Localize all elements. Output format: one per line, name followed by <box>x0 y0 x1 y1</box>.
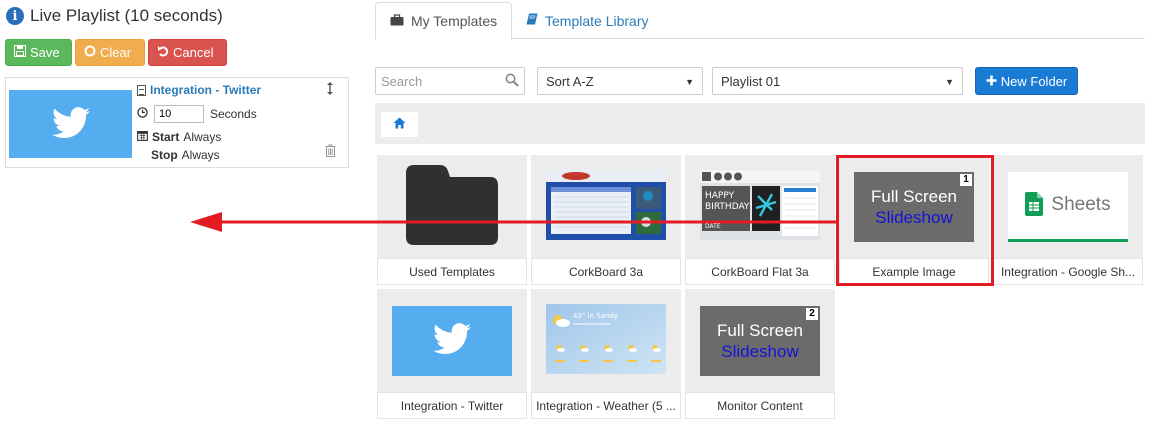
circle-icon <box>84 45 96 60</box>
start-label: Start <box>152 130 180 144</box>
twitter-bird-icon <box>433 323 471 358</box>
twitter-preview-image <box>392 305 512 376</box>
sort-select[interactable]: Sort A-Z ▼ <box>537 67 703 95</box>
tile-thumbnail: 1 Full Screen Slideshow <box>839 155 989 258</box>
playlist-item-thumbnail <box>9 90 132 158</box>
tile-label: Integration - Google Sh... <box>993 258 1143 285</box>
tab-my-templates[interactable]: My Templates <box>375 2 513 40</box>
home-button[interactable] <box>381 112 418 137</box>
slide-count-badge: 1 <box>960 173 972 186</box>
tab-template-library[interactable]: Template Library <box>512 2 663 39</box>
book-icon <box>526 13 538 29</box>
tile-thumbnail: Sheets <box>993 155 1143 258</box>
sort-select-value: Sort A-Z <box>546 73 594 89</box>
tile-label: Monitor Content <box>685 392 835 419</box>
tile-thumbnail: HAPPY BIRTHDAY! DATE <box>685 155 835 258</box>
new-folder-button[interactable]: New Folder <box>975 67 1078 95</box>
tile-label: Integration - Weather (5 ... <box>531 392 681 419</box>
drag-arrow-icon <box>190 212 838 232</box>
template-tile-monitor-content[interactable]: 2 Full Screen Slideshow Monitor Content <box>685 289 835 419</box>
trash-icon[interactable] <box>325 144 336 160</box>
twitter-bird-icon <box>51 106 90 142</box>
template-toolbar: Sort A-Z ▼ Playlist 01 ▼ New Folder <box>375 67 1154 95</box>
slideshow-line2: Slideshow <box>875 207 953 227</box>
google-sheets-icon <box>1025 191 1044 219</box>
tile-label: CorkBoard Flat 3a <box>685 258 835 285</box>
briefcase-icon <box>390 13 404 29</box>
search-input[interactable] <box>375 67 525 95</box>
birthday-line1: HAPPY <box>705 191 735 201</box>
breadcrumb <box>375 103 1145 144</box>
floppy-disk-icon <box>14 45 26 60</box>
duration-row: Seconds <box>137 105 257 123</box>
undo-icon <box>157 45 169 60</box>
clear-button[interactable]: Clear <box>75 39 145 66</box>
document-icon <box>137 84 146 96</box>
template-tile-weather[interactable]: 42° in Sandy Integration - Weather (5 ..… <box>531 289 681 419</box>
cancel-button-label: Cancel <box>173 45 214 60</box>
stop-label: Stop <box>151 148 178 162</box>
weather-headline: 42° in Sandy <box>573 312 618 320</box>
sheets-text: Sheets <box>1051 194 1111 215</box>
template-tabs: My Templates Template Library <box>375 2 1145 40</box>
home-icon <box>393 117 406 132</box>
playlist-select[interactable]: Playlist 01 ▼ <box>712 67 963 95</box>
stop-value: Always <box>181 148 220 162</box>
slideshow-line1: Full Screen <box>717 320 803 340</box>
tab-my-templates-label: My Templates <box>411 13 498 29</box>
slide-count-badge: 2 <box>806 307 818 320</box>
template-tile-google-sheets[interactable]: Sheets Integration - Google Sh... <box>993 155 1143 285</box>
tile-thumbnail <box>377 289 527 392</box>
playlist-select-value: Playlist 01 <box>721 73 781 89</box>
page-title-text: Live Playlist (10 seconds) <box>30 6 223 25</box>
caret-down-icon: ▼ <box>945 77 954 87</box>
clock-icon <box>137 107 148 121</box>
template-tile-example-image[interactable]: 1 Full Screen Slideshow Example Image <box>839 155 989 285</box>
sheets-preview-image: Sheets <box>1008 171 1128 242</box>
playlist-item-name[interactable]: Integration - Twitter <box>137 83 261 97</box>
tile-thumbnail: 42° in Sandy <box>531 289 681 392</box>
slideshow-preview-image: 1 Full Screen Slideshow <box>854 171 974 242</box>
start-row: Start Always <box>137 130 221 144</box>
info-icon[interactable]: i <box>6 7 24 25</box>
duration-input[interactable] <box>154 105 204 123</box>
search-icon[interactable] <box>505 73 519 90</box>
weather-preview-image: 42° in Sandy <box>546 304 666 377</box>
slideshow-preview-image: 2 Full Screen Slideshow <box>700 305 820 376</box>
tile-thumbnail: 2 Full Screen Slideshow <box>685 289 835 392</box>
template-tile-twitter[interactable]: Integration - Twitter <box>377 289 527 419</box>
duration-unit: Seconds <box>210 107 257 121</box>
playlist-item-name-text: Integration - Twitter <box>150 83 262 97</box>
slideshow-line2: Slideshow <box>721 341 799 361</box>
caret-down-icon: ▼ <box>685 77 694 87</box>
stop-row: Stop Always <box>151 148 220 162</box>
resize-vertical-icon[interactable] <box>326 82 334 98</box>
tile-label: Example Image <box>839 258 989 285</box>
page-title: i Live Playlist (10 seconds) <box>6 4 223 28</box>
cancel-button[interactable]: Cancel <box>148 39 227 66</box>
plus-icon <box>986 74 997 89</box>
clear-button-label: Clear <box>100 45 132 60</box>
save-button[interactable]: Save <box>5 39 72 66</box>
playlist-item[interactable]: Integration - Twitter Seconds Start Alwa… <box>5 77 349 168</box>
tile-label: Used Templates <box>377 258 527 285</box>
calendar-icon <box>137 130 148 144</box>
tile-label: Integration - Twitter <box>377 392 527 419</box>
new-folder-button-label: New Folder <box>1000 73 1068 89</box>
slideshow-line1: Full Screen <box>871 186 957 206</box>
start-value: Always <box>183 130 222 144</box>
tile-label: CorkBoard 3a <box>531 258 681 285</box>
tab-template-library-label: Template Library <box>545 12 649 29</box>
save-button-label: Save <box>30 45 60 60</box>
tile-thumbnail <box>377 155 527 258</box>
action-buttons: Save Clear Cancel <box>5 39 227 66</box>
tile-thumbnail <box>531 155 681 258</box>
